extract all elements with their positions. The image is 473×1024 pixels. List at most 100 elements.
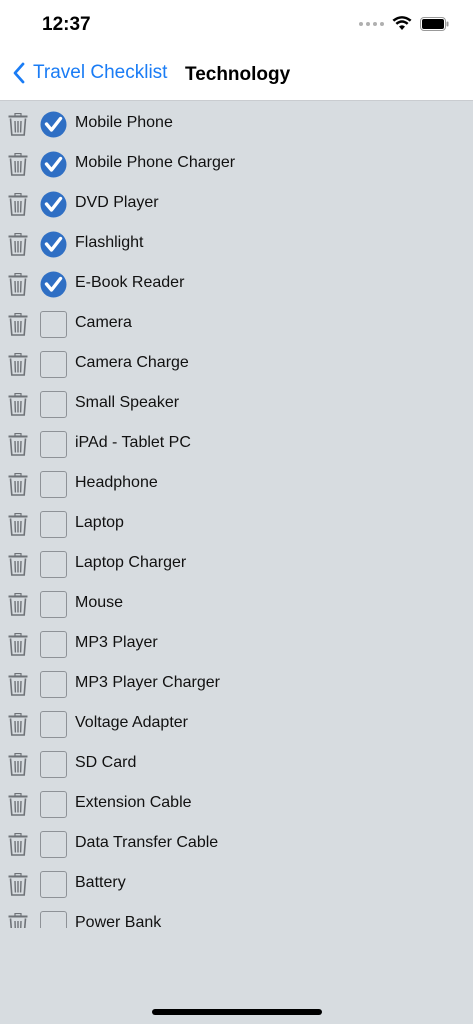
unchecked-checkbox[interactable] <box>40 511 67 538</box>
unchecked-checkbox[interactable] <box>40 631 67 658</box>
unchecked-checkbox[interactable] <box>40 471 67 498</box>
unchecked-checkbox[interactable] <box>40 551 67 578</box>
item-label: Voltage Adapter <box>75 714 188 731</box>
item-label: E-Book Reader <box>75 274 185 291</box>
list-item[interactable]: Camera Charge <box>0 344 473 384</box>
cellular-signal-icon <box>359 21 384 26</box>
list-item[interactable]: DVD Player <box>0 184 473 224</box>
trash-icon[interactable] <box>8 672 28 696</box>
trash-icon[interactable] <box>8 912 28 928</box>
checkbox-box <box>40 711 67 738</box>
unchecked-checkbox[interactable] <box>40 431 67 458</box>
item-label: Headphone <box>75 474 158 491</box>
checkbox-box <box>40 631 67 658</box>
list-item[interactable]: Voltage Adapter <box>0 704 473 744</box>
unchecked-checkbox[interactable] <box>40 831 67 858</box>
trash-icon[interactable] <box>8 232 28 256</box>
page-title: Technology <box>185 64 291 85</box>
unchecked-checkbox[interactable] <box>40 791 67 818</box>
list-item[interactable]: MP3 Player Charger <box>0 664 473 704</box>
item-label: Small Speaker <box>75 394 180 411</box>
trash-icon[interactable] <box>8 872 28 896</box>
chevron-left-icon <box>13 62 25 84</box>
trash-icon[interactable] <box>8 752 28 776</box>
item-label: DVD Player <box>75 194 159 211</box>
list-item[interactable]: Laptop Charger <box>0 544 473 584</box>
checked-checkbox[interactable] <box>40 151 67 178</box>
item-label: SD Card <box>75 754 137 771</box>
trash-icon[interactable] <box>8 792 28 816</box>
item-label: Mouse <box>75 594 124 611</box>
unchecked-checkbox[interactable] <box>40 351 67 378</box>
list-item[interactable]: Extension Cable <box>0 784 473 824</box>
checkbox-box <box>40 791 67 818</box>
checkbox-box <box>40 551 67 578</box>
item-label: Camera <box>75 314 132 331</box>
item-label: Power Bank <box>75 914 162 928</box>
list-item[interactable]: Camera <box>0 304 473 344</box>
list-item[interactable]: E-Book Reader <box>0 264 473 304</box>
list-item[interactable]: Power Bank <box>0 904 473 928</box>
trash-icon[interactable] <box>8 512 28 536</box>
trash-icon[interactable] <box>8 712 28 736</box>
trash-icon[interactable] <box>8 152 28 176</box>
checked-checkbox[interactable] <box>40 231 67 258</box>
checkbox-box <box>40 671 67 698</box>
trash-icon[interactable] <box>8 352 28 376</box>
unchecked-checkbox[interactable] <box>40 391 67 418</box>
item-label: iPAd - Tablet PC <box>75 434 191 451</box>
checkbox-box <box>40 831 67 858</box>
checked-checkbox[interactable] <box>40 111 67 138</box>
item-label: Laptop Charger <box>75 554 187 571</box>
list-item[interactable]: Mouse <box>0 584 473 624</box>
item-label: Battery <box>75 874 126 891</box>
list-item[interactable]: Headphone <box>0 464 473 504</box>
checkbox-box <box>40 471 67 498</box>
item-label: Mobile Phone <box>75 114 173 131</box>
list-item[interactable]: iPAd - Tablet PC <box>0 424 473 464</box>
back-button-label: Travel Checklist <box>33 62 168 83</box>
trash-icon[interactable] <box>8 272 28 296</box>
list-item[interactable]: Laptop <box>0 504 473 544</box>
list-item[interactable]: Mobile Phone Charger <box>0 144 473 184</box>
trash-icon[interactable] <box>8 192 28 216</box>
checkbox-box <box>40 751 67 778</box>
unchecked-checkbox[interactable] <box>40 671 67 698</box>
trash-icon[interactable] <box>8 472 28 496</box>
unchecked-checkbox[interactable] <box>40 311 67 338</box>
list-item[interactable]: Flashlight <box>0 224 473 264</box>
checkbox-box <box>40 511 67 538</box>
status-icons <box>359 16 449 31</box>
checkbox-box <box>40 871 67 898</box>
trash-icon[interactable] <box>8 432 28 456</box>
item-label: Laptop <box>75 514 124 531</box>
trash-icon[interactable] <box>8 552 28 576</box>
list-item[interactable]: Data Transfer Cable <box>0 824 473 864</box>
item-label: Flashlight <box>75 234 144 251</box>
unchecked-checkbox[interactable] <box>40 711 67 738</box>
unchecked-checkbox[interactable] <box>40 911 67 928</box>
trash-icon[interactable] <box>8 312 28 336</box>
list-item[interactable]: SD Card <box>0 744 473 784</box>
unchecked-checkbox[interactable] <box>40 751 67 778</box>
trash-icon[interactable] <box>8 112 28 136</box>
item-label: Extension Cable <box>75 794 192 811</box>
trash-icon[interactable] <box>8 392 28 416</box>
checklist: Mobile Phone Mobile Phone Charger DVD Play… <box>0 104 473 928</box>
list-item[interactable]: Small Speaker <box>0 384 473 424</box>
list-item[interactable]: MP3 Player <box>0 624 473 664</box>
list-item[interactable]: Mobile Phone <box>0 104 473 144</box>
unchecked-checkbox[interactable] <box>40 591 67 618</box>
checkbox-box <box>40 591 67 618</box>
checked-checkbox[interactable] <box>40 271 67 298</box>
list-item[interactable]: Battery <box>0 864 473 904</box>
trash-icon[interactable] <box>8 632 28 656</box>
wifi-icon <box>392 16 412 30</box>
item-label: MP3 Player Charger <box>75 674 220 691</box>
unchecked-checkbox[interactable] <box>40 871 67 898</box>
trash-icon[interactable] <box>8 832 28 856</box>
trash-icon[interactable] <box>8 592 28 616</box>
checked-checkbox[interactable] <box>40 191 67 218</box>
back-button[interactable]: Travel Checklist <box>12 62 167 84</box>
checkbox-box <box>40 911 67 928</box>
